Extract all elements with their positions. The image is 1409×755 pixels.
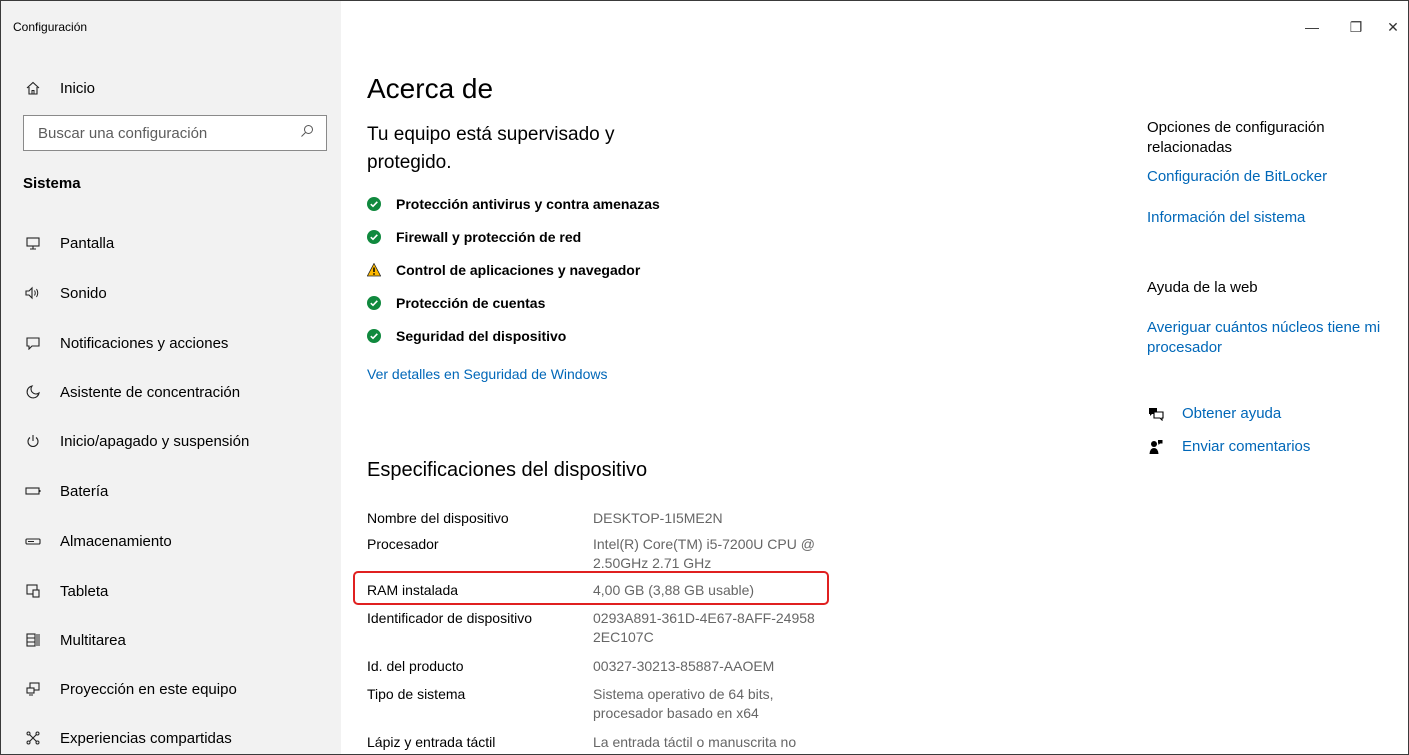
- protection-row: Protección de cuentas: [367, 292, 545, 314]
- sidebar-item-notificaciones[interactable]: Notificaciones y acciones: [23, 328, 228, 358]
- sidebar-item-sonido[interactable]: Sonido: [23, 278, 107, 308]
- sidebar: Configuración Inicio Sistema Pantalla S: [1, 1, 341, 754]
- protection-status-title: Tu equipo está supervisado y protegido.: [367, 124, 615, 173]
- get-help-link[interactable]: Obtener ayuda: [1147, 405, 1281, 422]
- minimize-button[interactable]: —: [1297, 15, 1327, 39]
- protection-row: Protección antivirus y contra amenazas: [367, 193, 660, 215]
- check-icon: [367, 197, 381, 211]
- check-icon: [367, 296, 381, 310]
- sidebar-item-label: Pantalla: [60, 234, 115, 252]
- sidebar-item-label: Proyección en este equipo: [60, 680, 237, 698]
- sidebar-item-multitarea[interactable]: Multitarea: [23, 625, 126, 655]
- close-button[interactable]: ✕: [1378, 15, 1408, 39]
- sidebar-item-experiencias[interactable]: Experiencias compartidas: [23, 723, 232, 753]
- search-box[interactable]: [23, 115, 327, 151]
- sidebar-item-label: Batería: [60, 482, 109, 500]
- sidebar-item-label: Sonido: [60, 284, 107, 302]
- spec-label: Identificador de dispositivo: [367, 610, 532, 626]
- ram-highlight-box: [353, 571, 829, 605]
- sidebar-item-concentracion[interactable]: Asistente de concentración: [23, 377, 240, 407]
- power-icon: [23, 434, 43, 448]
- web-help-title: Ayuda de la web: [1147, 279, 1258, 296]
- spec-label: Procesador: [367, 536, 439, 552]
- search-input[interactable]: [36, 123, 300, 143]
- sidebar-item-home[interactable]: Inicio: [23, 73, 95, 103]
- warning-icon: [367, 263, 381, 277]
- spec-value: Sistema operativo de 64 bits, procesador…: [593, 686, 774, 721]
- spec-label: Tipo de sistema: [367, 686, 466, 702]
- moon-icon: [23, 385, 43, 399]
- spec-value: La entrada táctil o manuscrita no: [593, 734, 797, 750]
- tablet-icon: [23, 584, 43, 598]
- spec-label: Nombre del dispositivo: [367, 510, 509, 526]
- sidebar-item-label: Multitarea: [60, 631, 126, 649]
- main-content: Acerca de Tu equipo está supervisado y p…: [341, 1, 1111, 754]
- specs-title: Especificaciones del dispositivo: [367, 459, 648, 481]
- related-settings-title: Opciones de configuración relacionadas: [1147, 119, 1325, 156]
- check-icon: [367, 230, 381, 244]
- help-chat-icon: [1147, 407, 1165, 421]
- sidebar-item-label: Inicio: [60, 79, 96, 97]
- bitlocker-link[interactable]: Configuración de BitLocker: [1147, 167, 1327, 187]
- spec-value: Intel(R) Core(TM) i5-7200U CPU @ 2.50GHz…: [593, 536, 815, 571]
- storage-icon: [23, 534, 43, 548]
- sidebar-item-label: Tableta: [60, 582, 109, 600]
- cores-help-link[interactable]: Averiguar cuántos núcleos tiene mi proce…: [1147, 318, 1395, 358]
- spec-value: 0293A891-361D-4E67-8AFF-24958 2EC107C: [593, 610, 815, 645]
- sidebar-item-label: Notificaciones y acciones: [60, 334, 229, 352]
- home-icon: [23, 81, 43, 95]
- monitor-icon: [23, 236, 43, 250]
- sidebar-item-almacenamiento[interactable]: Almacenamiento: [23, 526, 172, 556]
- window-title: Configuración: [13, 20, 88, 34]
- sidebar-item-pantalla[interactable]: Pantalla: [23, 228, 114, 258]
- sidebar-item-proyeccion[interactable]: Proyección en este equipo: [23, 674, 237, 704]
- sidebar-item-bateria[interactable]: Batería: [23, 476, 108, 506]
- spec-value: DESKTOP-1I5ME2N: [593, 510, 723, 526]
- sidebar-item-label: Inicio/apagado y suspensión: [60, 432, 250, 450]
- sidebar-item-tableta[interactable]: Tableta: [23, 576, 108, 606]
- speaker-icon: [23, 286, 43, 300]
- spec-value: 00327-30213-85887-AAOEM: [593, 658, 775, 674]
- sidebar-item-label: Almacenamiento: [60, 532, 172, 550]
- spec-label: Id. del producto: [367, 658, 464, 674]
- protection-row: Control de aplicaciones y navegador: [367, 259, 640, 281]
- battery-icon: [23, 484, 43, 498]
- feedback-icon: [1147, 439, 1165, 455]
- minimize-icon: —: [1305, 19, 1319, 35]
- section-title: Sistema: [23, 175, 81, 192]
- shared-icon: [23, 731, 43, 745]
- close-icon: ✕: [1387, 18, 1399, 35]
- protection-row: Firewall y protección de red: [367, 226, 581, 248]
- spec-label: Lápiz y entrada táctil: [367, 734, 496, 750]
- sidebar-item-label: Experiencias compartidas: [60, 729, 232, 747]
- security-details-link[interactable]: Ver detalles en Seguridad de Windows: [367, 366, 607, 382]
- restore-icon: ❐: [1349, 18, 1363, 35]
- multitask-icon: [23, 633, 43, 647]
- sidebar-item-label: Asistente de concentración: [60, 383, 241, 401]
- projection-icon: [23, 682, 43, 696]
- feedback-link[interactable]: Enviar comentarios: [1147, 438, 1310, 455]
- sidebar-item-energia[interactable]: Inicio/apagado y suspensión: [23, 426, 249, 456]
- search-icon[interactable]: [300, 124, 314, 143]
- protection-row: Seguridad del dispositivo: [367, 325, 566, 347]
- page-title: Acerca de: [367, 73, 494, 104]
- check-icon: [367, 329, 381, 343]
- restore-button[interactable]: ❐: [1341, 15, 1371, 39]
- system-info-link[interactable]: Información del sistema: [1147, 208, 1305, 228]
- settings-window: Configuración Inicio Sistema Pantalla S: [0, 0, 1409, 755]
- notification-icon: [23, 336, 43, 350]
